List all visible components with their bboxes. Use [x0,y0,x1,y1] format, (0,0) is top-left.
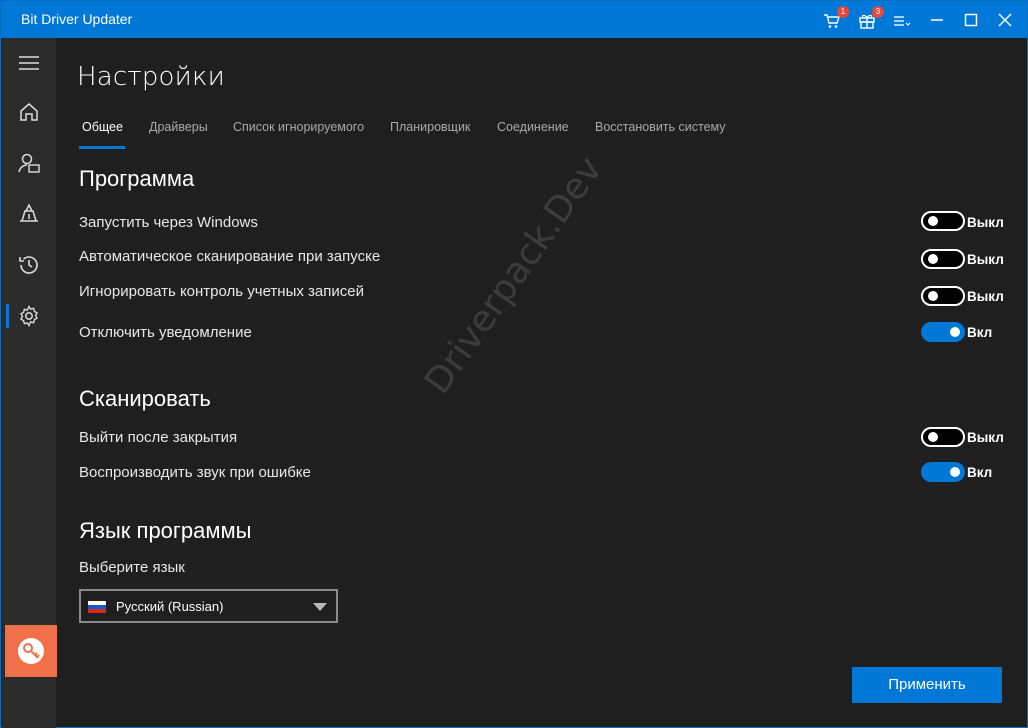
main-content: Настройки Общее Драйверы Список игнориру… [57,38,1027,728]
sidebar-item-history[interactable] [2,245,56,285]
gift-badge: 3 [872,6,884,18]
sidebar-item-settings[interactable] [2,296,56,336]
hamburger-icon [19,56,39,70]
sidebar-item-drivers[interactable] [2,194,56,234]
section-title-program: Программа [79,166,195,191]
toggle-state-label: Выкл [967,215,1004,230]
setting-label: Отключить уведомление [79,324,252,341]
section-title-scan: Сканировать [79,386,211,411]
toggle-switch[interactable] [921,322,965,342]
setting-label: Игнорировать контроль учетных записей [79,283,364,300]
menu-icon[interactable] [891,9,913,31]
setting-label: Автоматическое сканирование при запуске [79,248,381,265]
active-tab-indicator [79,146,125,149]
toggle-switch[interactable] [921,427,965,447]
hamburger-button[interactable] [2,43,56,83]
app-window: Bit Driver Updater 1 3 Настройки Общее Д… [0,0,1028,728]
driver-icon [20,203,38,222]
toggle-state-label: Выкл [967,430,1004,445]
home-icon [20,103,38,121]
language-label: Выберите язык [79,559,185,576]
cart-icon[interactable]: 1 [821,6,849,31]
tab-ignore-list[interactable]: Список игнорируемого [233,120,364,134]
app-title: Bit Driver Updater [21,11,133,27]
close-button[interactable] [987,5,1023,35]
history-icon [19,256,38,274]
toggle-knob [928,291,938,301]
sidebar-item-scan[interactable] [2,143,56,183]
russian-flag-icon [88,601,106,613]
chevron-down-icon [313,603,327,611]
toggle-state-label: Выкл [967,289,1004,304]
watermark: Driverpack.Dev [417,149,611,402]
title-bar: Bit Driver Updater 1 3 [1,1,1027,38]
maximize-button[interactable] [953,5,989,35]
cart-badge: 1 [837,6,849,18]
tab-system-restore[interactable]: Восстановить систему [595,120,726,134]
tab-connection[interactable]: Соединение [497,120,569,134]
minimize-icon [931,19,943,21]
toggle-state-label: Выкл [967,252,1004,267]
apply-button[interactable]: Применить [852,667,1002,703]
toggle-knob [950,467,960,477]
section-title-language: Язык программы [79,518,252,543]
setting-label: Выйти после закрытия [79,429,238,446]
tab-drivers[interactable]: Драйверы [149,120,208,134]
toggle-state-label: Вкл [967,325,993,340]
toggle-knob [950,327,960,337]
language-select[interactable]: Русский (Russian) [79,589,338,623]
settings-icon [20,305,38,327]
toggle-switch[interactable] [921,462,965,482]
tab-scheduler[interactable]: Планировщик [390,120,470,134]
toggle-knob [928,216,938,226]
toggle-knob [928,254,938,264]
toggle-knob [928,432,938,442]
gift-icon[interactable]: 3 [856,6,884,31]
license-key-button[interactable] [5,625,57,677]
toggle-state-label: Вкл [967,465,993,480]
sidebar [2,38,57,728]
minimize-button[interactable] [919,5,955,35]
key-icon [18,638,44,664]
close-icon [998,13,1012,27]
page-title: Настройки [77,62,225,92]
sidebar-item-home[interactable] [2,92,56,132]
language-select-value: Русский (Russian) [116,599,224,614]
tab-general[interactable]: Общее [82,120,123,134]
setting-label: Запустить через Windows [79,214,258,231]
setting-label: Воспроизводить звук при ошибке [79,464,311,481]
toggle-switch[interactable] [921,211,965,231]
user-scan-icon [18,153,40,173]
toggle-switch[interactable] [921,249,965,269]
toggle-switch[interactable] [921,286,965,306]
maximize-icon [964,13,978,27]
